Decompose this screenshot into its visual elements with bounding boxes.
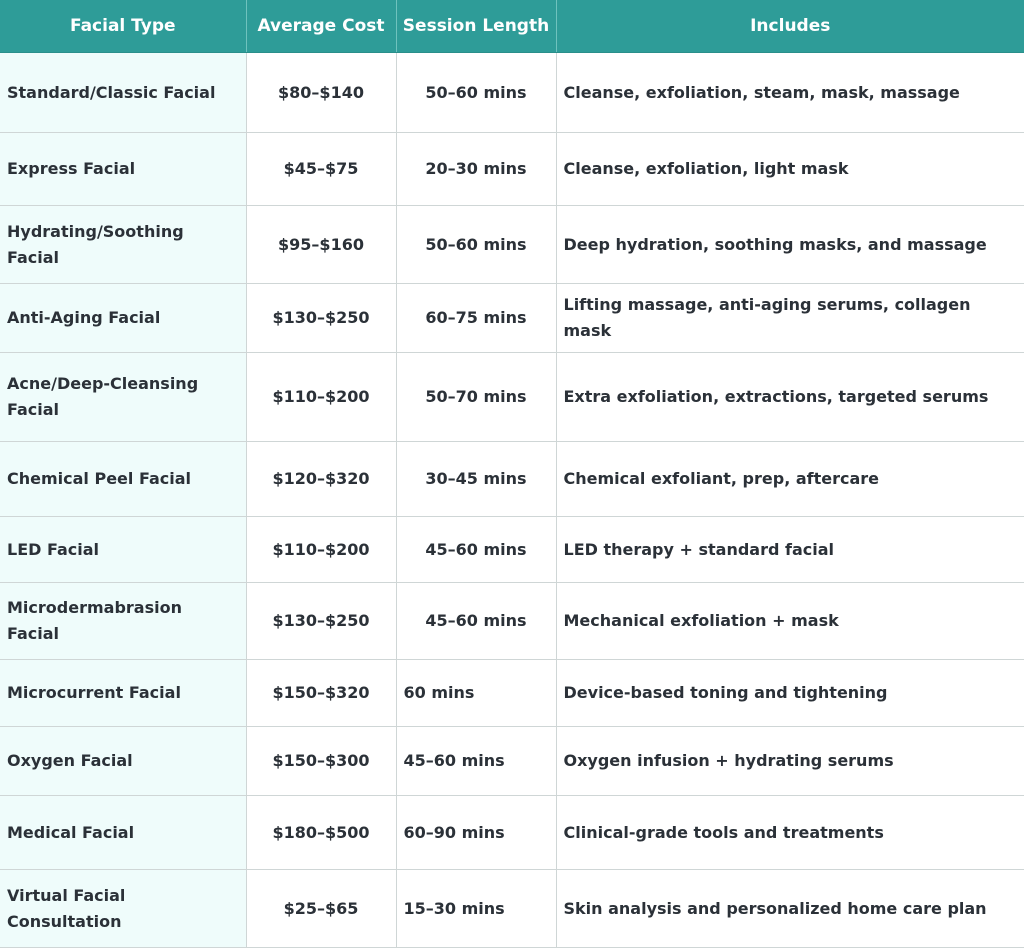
includes-cell: Cleanse, exfoliation, steam, mask, massa… [556, 52, 1024, 133]
facial-type-cell: Chemical Peel Facial [0, 441, 247, 517]
table-row: LED Facial $110–$200 45–60 mins LED ther… [0, 516, 1024, 583]
session-length-cell: 20–30 mins [396, 132, 557, 206]
header-facial-type: Facial Type [0, 0, 247, 53]
includes-cell: Extra exfoliation, extractions, targeted… [556, 352, 1024, 442]
includes-cell: Skin analysis and personalized home care… [556, 869, 1024, 948]
average-cost-cell: $95–$160 [246, 205, 397, 284]
session-length-cell: 50–60 mins [396, 52, 557, 133]
session-length-cell: 15–30 mins [396, 869, 557, 948]
includes-cell: Clinical-grade tools and treatments [556, 795, 1024, 870]
includes-cell: Mechanical exfoliation + mask [556, 582, 1024, 660]
facial-type-cell: Hydrating/Soothing Facial [0, 205, 247, 284]
facial-type-cell: Express Facial [0, 132, 247, 206]
table-header: Facial Type Average Cost Session Length … [0, 0, 1024, 53]
session-length-cell: 30–45 mins [396, 441, 557, 517]
average-cost-cell: $25–$65 [246, 869, 397, 948]
session-length-cell: 60 mins [396, 659, 557, 727]
facial-type-cell: Virtual Facial Consultation [0, 869, 247, 948]
includes-cell: LED therapy + standard facial [556, 516, 1024, 583]
table-row: Chemical Peel Facial $120–$320 30–45 min… [0, 441, 1024, 517]
average-cost-cell: $180–$500 [246, 795, 397, 870]
table-row: Microcurrent Facial $150–$320 60 mins De… [0, 659, 1024, 727]
facial-type-cell: LED Facial [0, 516, 247, 583]
includes-cell: Lifting massage, anti-aging serums, coll… [556, 283, 1024, 353]
session-length-cell: 45–60 mins [396, 726, 557, 796]
facial-type-cell: Anti-Aging Facial [0, 283, 247, 353]
table-row: Oxygen Facial $150–$300 45–60 mins Oxyge… [0, 726, 1024, 796]
average-cost-cell: $130–$250 [246, 582, 397, 660]
table-row: Standard/Classic Facial $80–$140 50–60 m… [0, 52, 1024, 133]
table-row: Anti-Aging Facial $130–$250 60–75 mins L… [0, 283, 1024, 353]
includes-cell: Device-based toning and tightening [556, 659, 1024, 727]
average-cost-cell: $130–$250 [246, 283, 397, 353]
session-length-cell: 45–60 mins [396, 582, 557, 660]
table-row: Acne/Deep-Cleansing Facial $110–$200 50–… [0, 352, 1024, 442]
facial-type-cell: Microcurrent Facial [0, 659, 247, 727]
session-length-cell: 45–60 mins [396, 516, 557, 583]
table-row: Medical Facial $180–$500 60–90 mins Clin… [0, 795, 1024, 870]
header-average-cost: Average Cost [246, 0, 397, 53]
average-cost-cell: $150–$300 [246, 726, 397, 796]
header-row: Facial Type Average Cost Session Length … [0, 0, 1024, 53]
header-session-length: Session Length [396, 0, 557, 53]
session-length-cell: 60–75 mins [396, 283, 557, 353]
includes-cell: Deep hydration, soothing masks, and mass… [556, 205, 1024, 284]
includes-cell: Oxygen infusion + hydrating serums [556, 726, 1024, 796]
session-length-cell: 50–60 mins [396, 205, 557, 284]
table-row: Microdermabrasion Facial $130–$250 45–60… [0, 582, 1024, 660]
average-cost-cell: $45–$75 [246, 132, 397, 206]
facial-pricing-table: Facial Type Average Cost Session Length … [0, 0, 1024, 948]
table-row: Hydrating/Soothing Facial $95–$160 50–60… [0, 205, 1024, 284]
average-cost-cell: $110–$200 [246, 516, 397, 583]
average-cost-cell: $80–$140 [246, 52, 397, 133]
average-cost-cell: $120–$320 [246, 441, 397, 517]
session-length-cell: 60–90 mins [396, 795, 557, 870]
includes-cell: Chemical exfoliant, prep, aftercare [556, 441, 1024, 517]
average-cost-cell: $150–$320 [246, 659, 397, 727]
header-includes: Includes [556, 0, 1024, 53]
table-body: Standard/Classic Facial $80–$140 50–60 m… [0, 52, 1024, 948]
facial-type-cell: Standard/Classic Facial [0, 52, 247, 133]
facial-type-cell: Medical Facial [0, 795, 247, 870]
average-cost-cell: $110–$200 [246, 352, 397, 442]
facial-type-cell: Microdermabrasion Facial [0, 582, 247, 660]
includes-cell: Cleanse, exfoliation, light mask [556, 132, 1024, 206]
table-row: Express Facial $45–$75 20–30 mins Cleans… [0, 132, 1024, 206]
table-row: Virtual Facial Consultation $25–$65 15–3… [0, 869, 1024, 948]
facial-type-cell: Oxygen Facial [0, 726, 247, 796]
session-length-cell: 50–70 mins [396, 352, 557, 442]
facial-type-cell: Acne/Deep-Cleansing Facial [0, 352, 247, 442]
